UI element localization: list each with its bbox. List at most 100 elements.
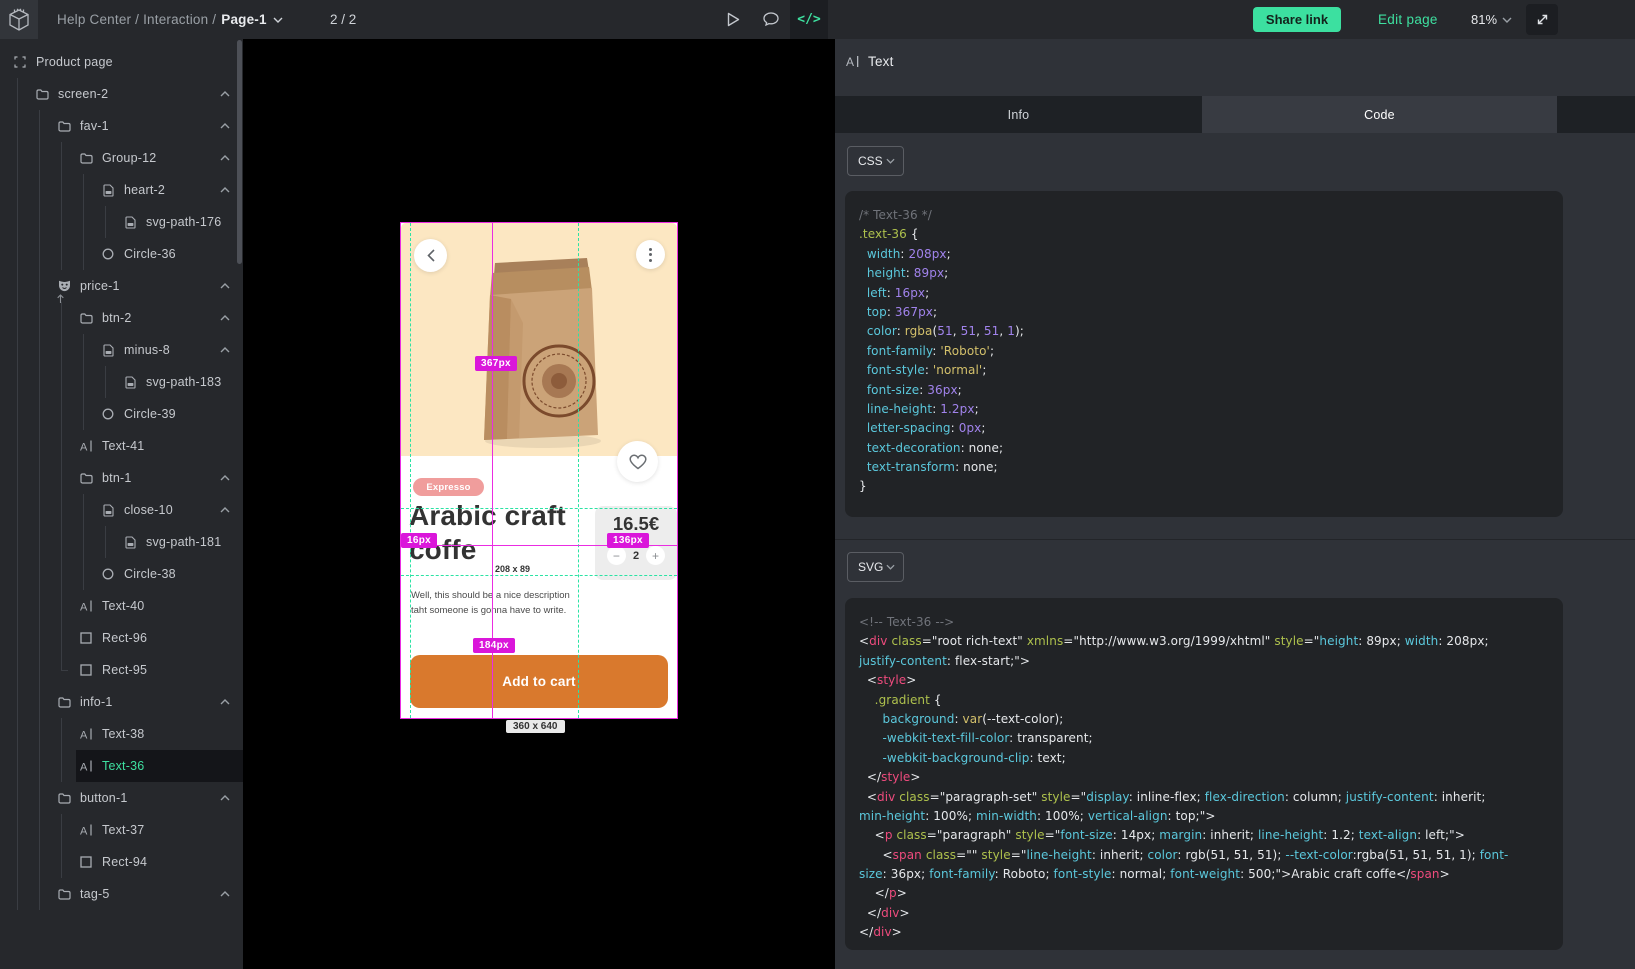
layer-label: Rect-95 [102, 663, 147, 677]
plus-button[interactable]: + [646, 546, 665, 565]
chevron-up-icon[interactable] [220, 187, 230, 193]
text-icon: A [78, 440, 94, 452]
measure-badge-left: 16px [401, 533, 437, 548]
chevron-down-icon [886, 158, 895, 164]
breadcrumb[interactable]: Help Center / Interaction / Page-1 [57, 0, 283, 39]
chevron-up-icon[interactable] [220, 123, 230, 129]
zoom-control[interactable]: 81% [1471, 0, 1512, 39]
measure-badge-bottom: 184px [473, 638, 515, 653]
chevron-up-icon[interactable] [220, 507, 230, 513]
tab-info[interactable]: Info [835, 96, 1202, 133]
layer-row[interactable]: minus-8 [0, 334, 243, 366]
chevron-up-icon[interactable] [220, 155, 230, 161]
edit-page-link[interactable]: Edit page [1378, 0, 1438, 39]
tree-indent-guides [10, 398, 98, 430]
layer-row[interactable]: Circle-38 [0, 558, 243, 590]
play-button[interactable] [714, 0, 752, 39]
tree-indent-guides [10, 110, 54, 142]
layer-row[interactable]: tag-5 [0, 878, 243, 910]
css-format-dropdown[interactable]: CSS [847, 146, 904, 176]
svg-file-icon [100, 504, 116, 517]
more-options-button[interactable] [636, 240, 665, 269]
chevron-up-icon[interactable] [220, 795, 230, 801]
chevron-up-icon[interactable] [220, 283, 230, 289]
design-canvas[interactable]: Expresso Arabic craftcoffe 16.5€ − 2 + W… [243, 39, 835, 969]
layer-row[interactable]: Circle-39 [0, 398, 243, 430]
product-description: Well, this should be a nice descriptiont… [411, 589, 570, 618]
layer-row[interactable]: A Text-38 [0, 718, 243, 750]
box-logo-icon [8, 8, 30, 32]
chevron-up-icon[interactable] [220, 891, 230, 897]
product-tag[interactable]: Expresso [413, 478, 484, 496]
favorite-button[interactable] [617, 441, 658, 482]
svg-code-block: <!-- Text-36 --><div class="root rich-te… [845, 598, 1563, 950]
chevron-up-icon[interactable] [220, 699, 230, 705]
artboard-product-page[interactable]: Expresso Arabic craftcoffe 16.5€ − 2 + W… [401, 223, 677, 718]
text-layer-icon: A [846, 55, 860, 68]
tree-indent-guides [10, 366, 120, 398]
svg-file-icon [122, 216, 138, 229]
layer-row[interactable]: Rect-94 [0, 846, 243, 878]
layer-row[interactable]: button-1 [0, 782, 243, 814]
layer-row[interactable]: A Text-40 [0, 590, 243, 622]
text-dimensions-label: 208 x 89 [495, 564, 530, 574]
teal-guide-left [410, 223, 411, 718]
layer-row[interactable]: A Text-37 [0, 814, 243, 846]
svg-format-dropdown[interactable]: SVG [847, 552, 904, 582]
layer-row[interactable]: btn-1 [0, 462, 243, 494]
layer-label: btn-1 [102, 471, 132, 485]
chevron-up-icon[interactable] [220, 475, 230, 481]
tree-indent-guides [10, 270, 54, 302]
layer-row[interactable]: fav-1 [0, 110, 243, 142]
svg-text:A: A [80, 826, 88, 837]
sidebar-scrollbar[interactable] [237, 40, 242, 264]
layer-row[interactable]: Group-12 [0, 142, 243, 174]
tree-indent-guides [10, 878, 54, 910]
folder-icon [78, 153, 94, 164]
circle-icon [100, 248, 116, 260]
share-link-button[interactable]: Share link [1253, 7, 1341, 32]
inspector-tabs: Info Code [835, 96, 1635, 133]
layer-row[interactable]: svg-path-181 [0, 526, 243, 558]
layer-row[interactable]: screen-2 [0, 78, 243, 110]
chevron-down-icon [886, 564, 895, 570]
fullscreen-button[interactable] [1526, 4, 1558, 35]
minus-button[interactable]: − [607, 546, 626, 565]
teal-guide-top [401, 508, 677, 509]
inspector-panel: A Text Info Code CSS /* Text-36 */.text-… [835, 39, 1635, 969]
tab-code[interactable]: Code [1202, 96, 1557, 133]
layer-row[interactable]: svg-path-183 [0, 366, 243, 398]
add-to-cart-button[interactable]: Add to cart [410, 655, 668, 708]
code-view-button[interactable]: </> [790, 0, 828, 39]
folder-icon [56, 889, 72, 900]
layer-row[interactable]: close-10 [0, 494, 243, 526]
layer-label: info-1 [80, 695, 112, 709]
layer-row[interactable]: Rect-95 [0, 654, 243, 686]
chevron-left-icon [427, 249, 435, 262]
chevron-down-icon[interactable] [273, 17, 283, 23]
back-button[interactable] [414, 239, 447, 272]
breadcrumb-page[interactable]: Page-1 [221, 12, 266, 27]
tree-indent-guides [10, 462, 76, 494]
layer-row[interactable]: Rect-96 [0, 622, 243, 654]
chevron-up-icon[interactable] [220, 91, 230, 97]
app-logo[interactable] [0, 0, 38, 39]
layer-row[interactable]: Circle-36 [0, 238, 243, 270]
text-icon: A [78, 760, 94, 772]
layer-row[interactable]: heart-2 [0, 174, 243, 206]
layer-row[interactable]: price-1 [0, 270, 243, 302]
layer-row[interactable]: info-1 [0, 686, 243, 718]
layer-row[interactable]: A Text-36 [0, 750, 243, 782]
section-divider [835, 539, 1635, 540]
measure-badge-right: 136px [607, 533, 649, 548]
svg-text:A: A [846, 55, 854, 68]
layer-row[interactable]: Product page [0, 46, 243, 78]
layer-label: svg-path-183 [146, 375, 221, 389]
layer-row[interactable]: A Text-41 [0, 430, 243, 462]
teal-guide-right [578, 223, 579, 718]
layer-row[interactable]: btn-2 [0, 302, 243, 334]
comment-button[interactable] [752, 0, 790, 39]
layer-row[interactable]: svg-path-176 [0, 206, 243, 238]
chevron-up-icon[interactable] [220, 347, 230, 353]
chevron-up-icon[interactable] [220, 315, 230, 321]
